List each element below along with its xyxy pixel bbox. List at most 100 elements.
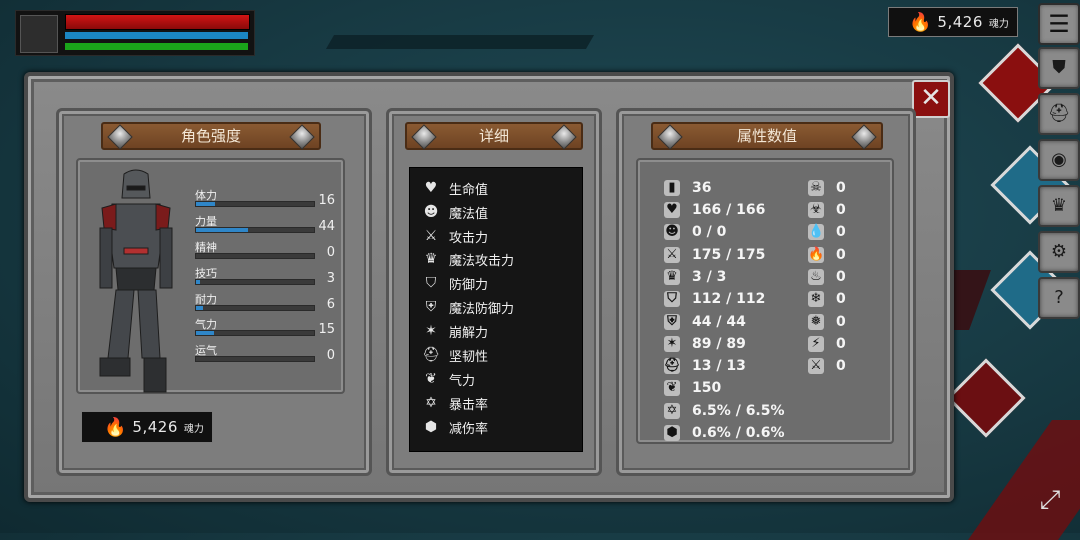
weapon-tab-diamond[interactable] <box>946 358 1026 438</box>
attribute-value: 6.5% / 6.5% <box>692 403 785 419</box>
health-bar <box>65 14 250 30</box>
list-item[interactable]: ⛑ 坚韧性 <box>422 344 488 366</box>
heart-icon: ♥ <box>424 180 438 196</box>
souls-unit: 魂力 <box>183 423 204 435</box>
details-list[interactable]: ♥ 生命值 ☻ 魔法值 ⚔ 攻击力 ♛ 魔法攻击力 ⛉ 防御力 ⛨ 魔法防御力 ✶ 崩解力 ⛑… <box>409 167 583 452</box>
detail-label: 魔法防御力 <box>449 301 515 317</box>
list-item[interactable]: ⛨ 魔法防御力 <box>422 296 514 318</box>
attribute-row: ☻ 0 / 0 <box>664 222 726 242</box>
settings-button[interactable]: ⚙ <box>1038 231 1080 273</box>
poison-skull-icon: ☣ <box>808 202 824 218</box>
bleed-icon: 💧 <box>808 224 825 240</box>
menu-button[interactable]: ☰ <box>1038 3 1080 45</box>
stat-track <box>195 330 315 336</box>
list-item[interactable]: ♛ 魔法攻击力 <box>422 248 514 270</box>
close-icon: ✕ <box>920 83 942 113</box>
detail-label: 减伤率 <box>449 421 489 437</box>
helmet-icon: ⛑ <box>1047 103 1071 124</box>
emblem-icon: ◉ <box>1051 149 1067 170</box>
panel-souls-counter: 🔥 5,426 魂力 <box>81 411 213 443</box>
player-portrait <box>20 15 58 53</box>
magic-shield-icon: ⛨ <box>664 314 680 330</box>
stat-value: 6 <box>326 297 335 312</box>
list-item[interactable]: ⚔ 攻击力 <box>422 225 488 247</box>
attribute-row: 🔥 0 <box>808 245 846 265</box>
list-item[interactable]: ⛉ 防御力 <box>422 272 488 294</box>
list-item[interactable]: ♥ 生命值 <box>422 177 488 199</box>
stat-row-technique: 技巧 3 <box>195 265 335 289</box>
souls-counter: 🔥 5,426 魂力 <box>888 7 1018 37</box>
stat-value: 0 <box>326 348 335 363</box>
stat-track <box>195 253 315 259</box>
stat-row-vitality: 体力 16 <box>195 187 335 211</box>
rivet-icon <box>107 124 133 150</box>
attribute-row: ♛ 3 / 3 <box>664 267 726 287</box>
help-button[interactable]: ? <box>1038 277 1080 319</box>
list-item[interactable]: ❦ 气力 <box>422 368 475 390</box>
level-icon: ▮ <box>664 180 680 196</box>
attribute-value: 0 <box>836 224 846 240</box>
attribute-value: 150 <box>692 380 722 396</box>
guard-icon: ⬢ <box>424 419 438 435</box>
stamina-bar <box>65 43 248 50</box>
helmet-tab-button[interactable]: ⛑ <box>1038 93 1080 135</box>
attribute-value: 112 / 112 <box>692 291 766 307</box>
stat-track <box>195 279 315 285</box>
sword-break-icon: ⚔ <box>808 358 824 374</box>
stat-fill <box>196 306 204 310</box>
attribute-row: ⬢ 0.6% / 0.6% <box>664 423 785 443</box>
detail-label: 魔法攻击力 <box>449 253 515 269</box>
stat-fill <box>196 331 214 335</box>
guard-icon: ⬢ <box>664 425 680 441</box>
close-button[interactable]: ✕ <box>912 80 950 118</box>
expand-icon[interactable]: ⤢ <box>1030 480 1070 520</box>
attribute-row: 💧 0 <box>808 222 846 242</box>
star-icon: ✡ <box>425 395 437 411</box>
helmet-icon: ⛑ <box>422 347 440 363</box>
emblem-tab-button[interactable]: ◉ <box>1038 139 1080 181</box>
mana-bar <box>65 32 248 39</box>
shield-icon: ⛉ <box>425 275 437 291</box>
detail-label: 暴击率 <box>449 397 489 413</box>
attribute-row: ✶ 89 / 89 <box>664 334 746 354</box>
attribute-value: 0 <box>836 358 846 374</box>
break-icon: ✶ <box>664 336 680 352</box>
stat-row-strength: 力量 44 <box>195 213 335 237</box>
attribute-value: 0 <box>836 247 846 263</box>
attribute-row: ▮ 36 <box>664 178 711 198</box>
rivet-icon <box>289 124 315 150</box>
list-item[interactable]: ✶ 崩解力 <box>422 320 488 342</box>
armor-tab-button[interactable]: ⛊ <box>1038 47 1080 89</box>
heart-icon: ♥ <box>664 202 680 218</box>
rivet-icon <box>657 124 683 150</box>
stat-value: 44 <box>318 219 335 234</box>
detail-label: 生命值 <box>449 182 489 198</box>
rivet-icon <box>851 124 877 150</box>
crown-tab-button[interactable]: ♛ <box>1038 185 1080 227</box>
skull-icon: ☠ <box>808 180 824 196</box>
sword-icon: ⚔ <box>664 247 680 263</box>
attribute-row: ❄ 0 <box>808 289 846 309</box>
detail-label: 气力 <box>449 373 476 389</box>
frost-icon: ❄ <box>808 291 824 307</box>
attribute-value: 166 / 166 <box>692 202 766 218</box>
armor-icon: ⛊ <box>1052 57 1066 78</box>
flame-icon: 🔥 <box>909 11 932 33</box>
attribute-row: ⛨ 44 / 44 <box>664 312 746 332</box>
list-item[interactable]: ✡ 暴击率 <box>422 392 488 414</box>
attribute-row: ⛑ 13 / 13 <box>664 356 746 376</box>
panel-title-plaque: 角色强度 <box>101 122 321 150</box>
list-item[interactable]: ☻ 魔法值 <box>422 201 488 223</box>
lightning-icon: ⚡ <box>808 336 824 352</box>
stat-row-luck: 运气 0 <box>195 342 335 366</box>
stat-value: 3 <box>326 271 335 286</box>
fire-icon: 🔥 <box>808 247 825 263</box>
detail-label: 坚韧性 <box>449 349 489 365</box>
attribute-value: 89 / 89 <box>692 336 746 352</box>
background-shard <box>325 35 595 49</box>
burn-icon: ♨ <box>808 269 824 285</box>
list-item[interactable]: ⬢ 减伤率 <box>422 416 488 438</box>
stat-row-endurance: 耐力 6 <box>195 291 335 315</box>
detail-label: 崩解力 <box>449 325 489 341</box>
attribute-value: 0 / 0 <box>692 224 727 240</box>
